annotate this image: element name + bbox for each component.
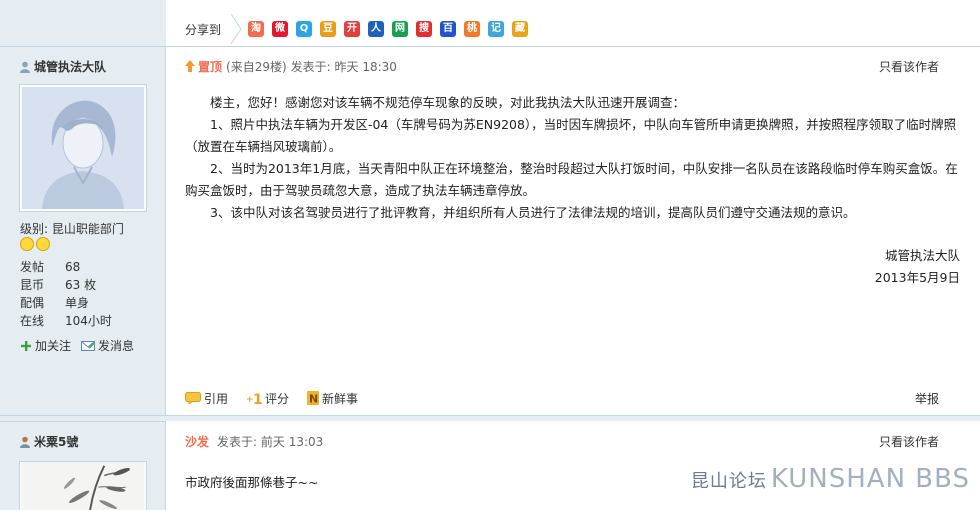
- post-paragraph: 楼主，您好！感谢您对该车辆不规范停车现象的反映，对此我执法大队迅速开展调查：: [210, 95, 686, 110]
- stat-online: 在线 104小时: [20, 314, 112, 328]
- sidebar-top-band: [0, 0, 166, 47]
- share-bar: 分享到 淘微Q豆开人网搜百桃记藏: [166, 0, 980, 47]
- post-footer-post1: 引用 + 1 评分 N 新鲜事 举报: [185, 388, 961, 408]
- avatar-post2[interactable]: [19, 461, 147, 510]
- quote-button[interactable]: 引用: [185, 390, 228, 407]
- follow-button[interactable]: 加关注: [20, 337, 71, 354]
- envelope-icon: [81, 340, 96, 351]
- qq-icon[interactable]: Q: [296, 21, 312, 37]
- stat-posts: 发帖 68: [20, 260, 81, 274]
- note-icon[interactable]: 记: [488, 21, 504, 37]
- plus-one-icon: + 1: [246, 392, 262, 405]
- smiley-icon: [20, 237, 34, 251]
- netease-icon[interactable]: 网: [392, 21, 408, 37]
- post-content-area: 分享到 淘微Q豆开人网搜百桃记藏 置顶 (来自29楼) 发表于: 昨天 18:3…: [166, 0, 980, 510]
- person-silhouette-icon: [22, 87, 144, 209]
- author-name-post2[interactable]: 米粟5號: [20, 433, 78, 450]
- signature-date: 2013年5月9日: [874, 270, 960, 285]
- post-paragraph: 3、该中队对该名驾驶员进行了批评教育，并组织所有人员进行了法律法规的培训，提高队…: [210, 205, 856, 220]
- qzone-icon[interactable]: 淘: [248, 21, 264, 37]
- stat-coins: 昆币 63 枚: [20, 278, 97, 292]
- user-stats: 发帖 68 昆币 63 枚 配偶 单身 在线 104小时: [20, 258, 112, 330]
- share-label: 分享到: [185, 23, 222, 37]
- post-time: 发表于: 昨天 18:30: [290, 59, 397, 74]
- from-floor: (来自29楼): [226, 59, 287, 74]
- send-message-button[interactable]: 发消息: [81, 337, 134, 354]
- bookmark-icon[interactable]: 藏: [512, 21, 528, 37]
- only-author-link[interactable]: 只看该作者: [879, 433, 939, 450]
- peach-icon[interactable]: 桃: [464, 21, 480, 37]
- post-paragraph: 2、当时为2013年1月底，当天青阳中队正在环境整治，整治时段超过大队打饭时间，…: [185, 161, 958, 198]
- author-sidebar: 城管执法大队 级别: 昆山职能部门 发帖 68 昆币 63 枚 配偶 单身 在线…: [0, 0, 166, 510]
- post-separator-band: [0, 416, 980, 421]
- post-header-post1: 置顶 (来自29楼) 发表于: 昨天 18:30 只看该作者: [185, 56, 961, 76]
- weibo-icon[interactable]: 微: [272, 21, 288, 37]
- share-bar-top-strip: [166, 0, 980, 14]
- bamboo-painting-image: [21, 462, 145, 510]
- user-icon: [20, 436, 30, 448]
- baidu-icon[interactable]: 百: [440, 21, 456, 37]
- stat-spouse: 配偶 单身: [20, 296, 90, 310]
- douban-icon[interactable]: 豆: [320, 21, 336, 37]
- n-icon: N: [307, 391, 320, 406]
- svg-text:1: 1: [253, 392, 262, 405]
- fresh-news-button[interactable]: N 新鲜事: [307, 390, 358, 407]
- user-level: 级别: 昆山职能部门: [20, 222, 124, 236]
- forum-watermark: 昆山论坛 KUNSHAN BBS: [690, 464, 970, 494]
- post-body-post2: 市政府後面那條巷子~~: [185, 475, 319, 490]
- rate-button[interactable]: + 1 评分: [246, 390, 289, 407]
- only-author-link[interactable]: 只看该作者: [879, 58, 939, 75]
- signature-org: 城管执法大队: [884, 248, 960, 263]
- user-icon: [20, 61, 30, 73]
- chevron-right-icon: [230, 14, 242, 44]
- author-name-post1[interactable]: 城管执法大队: [20, 58, 106, 75]
- sohu-icon[interactable]: 搜: [416, 21, 432, 37]
- svg-text:N: N: [309, 393, 318, 406]
- pin-badge: 置顶: [185, 58, 222, 75]
- level-smileys: [20, 237, 50, 251]
- share-icons: 淘微Q豆开人网搜百桃记藏: [248, 21, 528, 37]
- arrow-up-icon: [185, 60, 195, 72]
- renren-icon[interactable]: 人: [368, 21, 384, 37]
- avatar-post1[interactable]: [19, 84, 147, 212]
- plus-icon: [21, 340, 31, 351]
- kaixin-icon[interactable]: 开: [344, 21, 360, 37]
- post-paragraph: 1、照片中执法车辆为开发区-04（车牌号码为苏EN9208），当时因车牌损坏，中…: [185, 117, 957, 154]
- post-time: 发表于: 前天 13:03: [217, 434, 324, 449]
- smiley-icon: [36, 237, 50, 251]
- post-header-post2: 沙发 发表于: 前天 13:03 只看该作者: [185, 431, 961, 451]
- sofa-badge: 沙发: [185, 434, 210, 449]
- report-link[interactable]: 举报: [915, 390, 939, 407]
- default-avatar-image: [22, 87, 144, 209]
- post-body-post1: 楼主，您好！感谢您对该车辆不规范停车现象的反映，对此我执法大队迅速开展调查： 1…: [185, 92, 961, 224]
- quote-icon: [185, 392, 201, 404]
- author-actions: 加关注 发消息: [20, 337, 134, 354]
